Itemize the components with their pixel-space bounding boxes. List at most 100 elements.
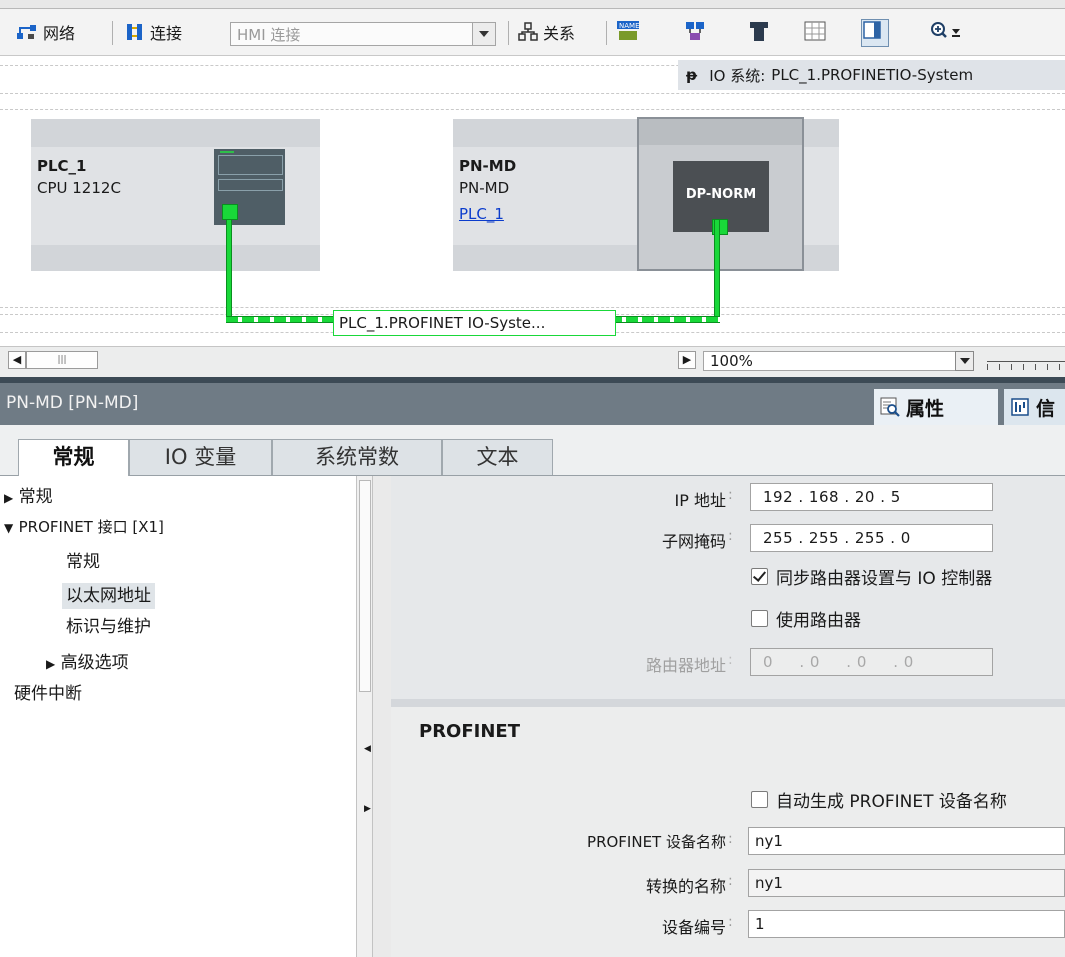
assigned-controller-link[interactable]: PLC_1 bbox=[459, 203, 504, 225]
collapse-arrow-icon[interactable]: ▼ bbox=[4, 521, 13, 535]
ip-address-label: IP 地址 bbox=[674, 491, 726, 510]
device-selection-frame[interactable]: DP-NORM bbox=[637, 117, 804, 271]
inspector-tree: ▶ 常规 ▼ PROFINET 接口 [X1] 常规 以太网地址 标识与维护 ▶… bbox=[0, 476, 372, 957]
tree-scrollbar[interactable] bbox=[356, 476, 373, 957]
device-type: CPU 1212C bbox=[37, 179, 121, 197]
subnet-mask-label: 子网掩码 bbox=[661, 532, 726, 551]
relations-label: 关系 bbox=[543, 24, 576, 43]
inspector-header: PN-MD [PN-MD] 属性 信 bbox=[0, 383, 1065, 425]
expand-right-icon[interactable]: ▶ bbox=[364, 804, 371, 814]
expand-arrow-icon[interactable]: ▶ bbox=[46, 657, 55, 671]
auto-generate-name-row[interactable]: 自动生成 PROFINET 设备名称 bbox=[751, 787, 1007, 812]
inspector-title: PN-MD [PN-MD] bbox=[6, 393, 139, 413]
connections-button[interactable]: 连接 bbox=[125, 19, 182, 45]
zoom-dropdown-icon[interactable] bbox=[955, 351, 974, 371]
device-number-input[interactable]: 1 bbox=[748, 910, 1065, 938]
device-pn-md[interactable]: PN-MD PN-MD PLC_1 DP-NORM bbox=[453, 117, 839, 271]
tree-item-interface-general[interactable]: 常规 bbox=[66, 549, 100, 575]
tab-info-label: 信 bbox=[1036, 397, 1056, 420]
network-line-label[interactable]: PLC_1.PROFINET IO-Syste... bbox=[333, 310, 616, 336]
chevron-down-icon[interactable] bbox=[472, 23, 495, 45]
tab-texts[interactable]: 文本 bbox=[442, 439, 553, 475]
table-view-icon[interactable] bbox=[804, 20, 826, 46]
subnet-mask-input[interactable]: 255 . 255 . 255 . 0 bbox=[750, 524, 993, 552]
network-view-canvas[interactable]: ᵽ IO 系统: PLC_1.PROFINETIO-System PLC_1 C… bbox=[0, 56, 1065, 346]
sync-router-checkbox-row[interactable]: 同步路由器设置与 IO 控制器 bbox=[751, 564, 992, 589]
network-view-label: 网络 bbox=[43, 24, 76, 43]
tree-splitter[interactable]: ◀ ▶ bbox=[364, 476, 392, 957]
device-name-icon[interactable]: NAME bbox=[616, 20, 640, 46]
zoom-level-field[interactable]: 100% bbox=[703, 351, 973, 371]
tab-info[interactable]: 信 bbox=[1004, 389, 1065, 425]
zoom-slider-ticks bbox=[987, 364, 1065, 370]
connection-type-select[interactable]: HMI 连接 bbox=[230, 22, 496, 46]
content-tabs: 常规 IO 变量 系统常数 文本 bbox=[0, 425, 1065, 476]
tree-item-label: 常规 bbox=[18, 487, 53, 507]
device-type: PN-MD bbox=[459, 179, 510, 197]
ip-address-input[interactable]: 192 . 168 . 20 . 5 bbox=[750, 483, 993, 511]
network-icon bbox=[16, 23, 38, 41]
show-module-icon[interactable] bbox=[749, 20, 769, 46]
scroll-thumb[interactable]: ||| bbox=[26, 351, 98, 369]
tree-item-general[interactable]: ▶ 常规 bbox=[4, 484, 53, 511]
tree-item-profinet-interface[interactable]: ▼ PROFINET 接口 [X1] bbox=[4, 514, 164, 541]
canvas-scrollbar[interactable]: ◀ ||| ▶ 100% bbox=[0, 346, 1065, 377]
zoom-slider[interactable] bbox=[987, 361, 1065, 362]
device-name: PN-MD bbox=[459, 157, 517, 175]
tree-item-label: 常规 bbox=[66, 552, 100, 572]
relations-button[interactable]: 关系 bbox=[518, 19, 575, 45]
sync-router-checkbox[interactable] bbox=[751, 568, 768, 585]
connection-type-value: HMI 连接 bbox=[237, 26, 301, 44]
router-address-input: 0 . 0 . 0 . 0 bbox=[750, 648, 993, 676]
info-icon bbox=[1010, 397, 1030, 417]
device-plc-1[interactable]: PLC_1 CPU 1212C bbox=[31, 119, 320, 271]
auto-generate-name-label: 自动生成 PROFINET 设备名称 bbox=[776, 792, 1007, 812]
tree-item-hardware-interrupts[interactable]: 硬件中断 bbox=[14, 681, 82, 707]
tree-item-identification-maintenance[interactable]: 标识与维护 bbox=[66, 614, 151, 640]
io-system-banner: ᵽ IO 系统: PLC_1.PROFINETIO-System bbox=[678, 60, 1065, 90]
profinet-section: PROFINET 自动生成 PROFINET 设备名称 PROFINET 设备名… bbox=[391, 707, 1065, 957]
network-line-device bbox=[714, 220, 720, 320]
converted-name-label: 转换的名称 bbox=[645, 877, 726, 896]
io-system-name: PLC_1.PROFINETIO-System bbox=[771, 66, 974, 84]
use-router-checkbox-row[interactable]: 使用路由器 bbox=[751, 606, 861, 631]
collapse-left-icon[interactable]: ◀ bbox=[364, 744, 371, 754]
tree-item-label: PROFINET 接口 [X1] bbox=[18, 518, 164, 536]
module-label: DP-NORM bbox=[685, 187, 757, 202]
router-address-label: 路由器地址 bbox=[645, 656, 726, 675]
profinet-section-title: PROFINET bbox=[419, 721, 520, 742]
plc-profinet-port[interactable] bbox=[222, 204, 238, 220]
network-overview-icon[interactable] bbox=[684, 20, 706, 46]
network-toolbar: 网络 连接 HMI 连接 关系 NAME bbox=[0, 9, 1065, 56]
device-name: PLC_1 bbox=[37, 157, 87, 175]
tree-item-label: 高级选项 bbox=[60, 653, 129, 673]
tab-properties[interactable]: 属性 bbox=[874, 389, 998, 425]
window-top-strip bbox=[0, 0, 1065, 9]
connections-label: 连接 bbox=[150, 24, 183, 43]
scroll-left-icon[interactable]: ◀ bbox=[8, 351, 26, 369]
split-view-icon[interactable] bbox=[861, 19, 890, 47]
tab-properties-label: 属性 bbox=[906, 397, 945, 420]
device-name-label: PROFINET 设备名称 bbox=[587, 833, 726, 851]
tree-item-ethernet-addresses[interactable]: 以太网地址 bbox=[62, 583, 155, 609]
tree-item-label: 硬件中断 bbox=[14, 684, 82, 704]
ip-protocol-section: IP 地址 : 192 . 168 . 20 . 5 子网掩码 : 255 . … bbox=[391, 476, 1065, 699]
network-view-button[interactable]: 网络 bbox=[16, 19, 75, 45]
scroll-right-icon[interactable]: ▶ bbox=[678, 351, 696, 369]
pin-icon[interactable]: ᵽ bbox=[686, 66, 697, 84]
network-line-plc bbox=[226, 220, 232, 320]
properties-icon bbox=[880, 397, 900, 417]
tree-item-label: 标识与维护 bbox=[66, 617, 151, 637]
zoom-in-icon[interactable] bbox=[930, 20, 966, 46]
expand-arrow-icon[interactable]: ▶ bbox=[4, 491, 13, 505]
io-system-prefix: IO 系统: bbox=[709, 66, 766, 85]
use-router-checkbox[interactable] bbox=[751, 610, 768, 627]
tab-general[interactable]: 常规 bbox=[18, 439, 129, 476]
auto-generate-name-checkbox[interactable] bbox=[751, 791, 768, 808]
tab-io-tags[interactable]: IO 变量 bbox=[129, 439, 272, 475]
svg-text:NAME: NAME bbox=[619, 22, 640, 30]
profinet-device-name-input[interactable]: ny1 bbox=[748, 827, 1065, 855]
tree-item-advanced-options[interactable]: ▶ 高级选项 bbox=[46, 650, 129, 677]
tab-system-constants[interactable]: 系统常数 bbox=[272, 439, 442, 475]
sync-router-label: 同步路由器设置与 IO 控制器 bbox=[776, 569, 993, 589]
